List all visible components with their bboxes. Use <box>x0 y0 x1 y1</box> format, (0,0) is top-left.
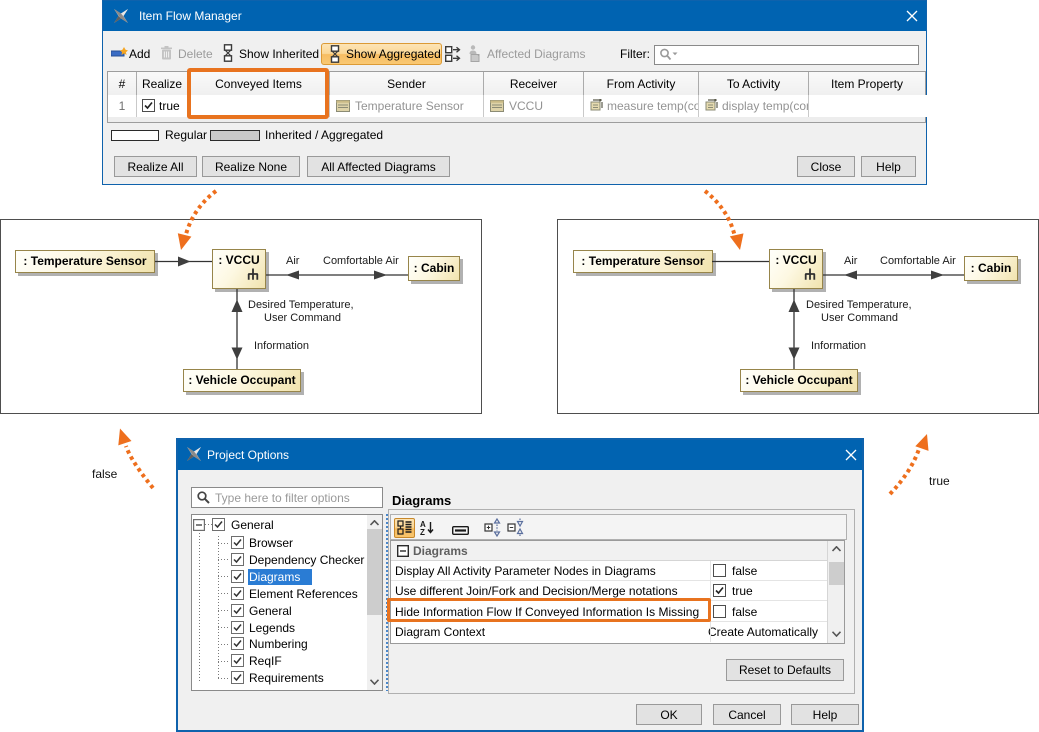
svg-text:Z: Z <box>420 528 425 536</box>
